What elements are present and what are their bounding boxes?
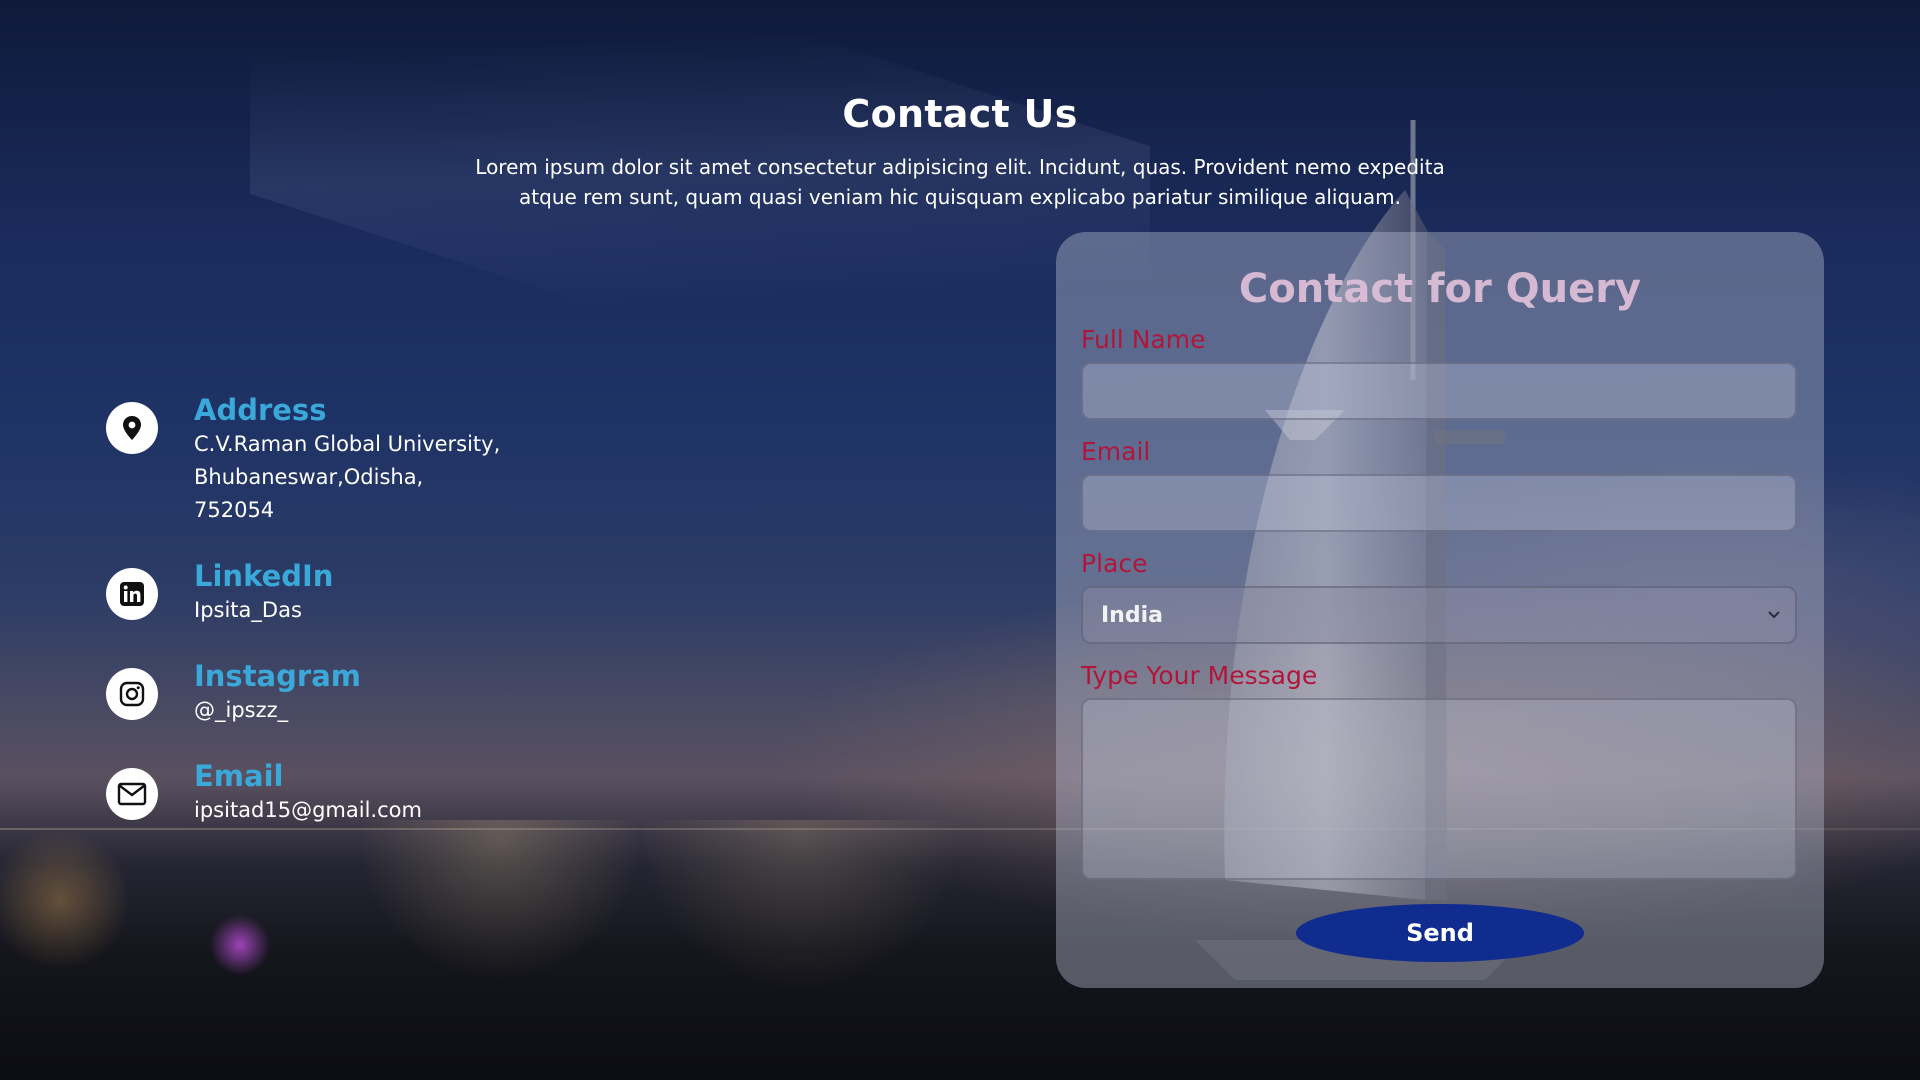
form-title: Contact for Query — [1238, 266, 1642, 312]
message-textarea[interactable] — [1081, 698, 1797, 880]
send-button[interactable]: Send — [1296, 904, 1584, 962]
full-name-input[interactable] — [1081, 362, 1797, 420]
place-selected-value: India — [1101, 602, 1163, 628]
chevron-down-icon[interactable] — [1767, 606, 1781, 624]
email-input[interactable] — [1081, 474, 1797, 532]
full-name-label: Full Name — [1081, 325, 1206, 354]
linkedin-value[interactable]: Ipsita_Das — [194, 594, 333, 627]
instagram-title: Instagram — [194, 659, 361, 693]
background-city-lights — [0, 820, 1000, 1080]
envelope-icon[interactable] — [106, 768, 158, 820]
linkedin-title: LinkedIn — [194, 559, 334, 593]
address-title: Address — [194, 393, 327, 427]
message-label: Type Your Message — [1081, 661, 1318, 690]
email-value[interactable]: ipsitad15@gmail.com — [194, 794, 422, 827]
linkedin-icon[interactable] — [106, 568, 158, 620]
page-description: Lorem ipsum dolor sit amet consectetur a… — [475, 155, 1445, 209]
info-instagram[interactable]: Instagram @_ipszz_ — [106, 658, 606, 727]
email-title: Email — [194, 759, 284, 793]
email-label: Email — [1081, 437, 1151, 466]
address-line-3: 752054 — [194, 498, 275, 522]
info-linkedin[interactable]: LinkedIn Ipsita_Das — [106, 558, 606, 627]
contact-form-card: Contact for Query Full Name Email Place … — [1056, 232, 1824, 988]
instagram-icon[interactable] — [106, 668, 158, 720]
map-pin-icon — [106, 402, 158, 454]
place-label: Place — [1081, 549, 1148, 578]
address-line-2: Bhubaneswar,Odisha, — [194, 465, 424, 489]
info-email[interactable]: Email ipsitad15@gmail.com — [106, 758, 606, 827]
info-address: Address C.V.Raman Global University, Bhu… — [106, 392, 606, 527]
page-title: Contact Us — [842, 92, 1078, 136]
page-header: Contact Us Lorem ipsum dolor sit amet co… — [0, 92, 1920, 212]
instagram-value[interactable]: @_ipszz_ — [194, 694, 361, 727]
place-select[interactable]: India — [1081, 586, 1797, 644]
address-line-1: C.V.Raman Global University, — [194, 432, 501, 456]
address-value: C.V.Raman Global University, Bhubaneswar… — [194, 428, 500, 527]
